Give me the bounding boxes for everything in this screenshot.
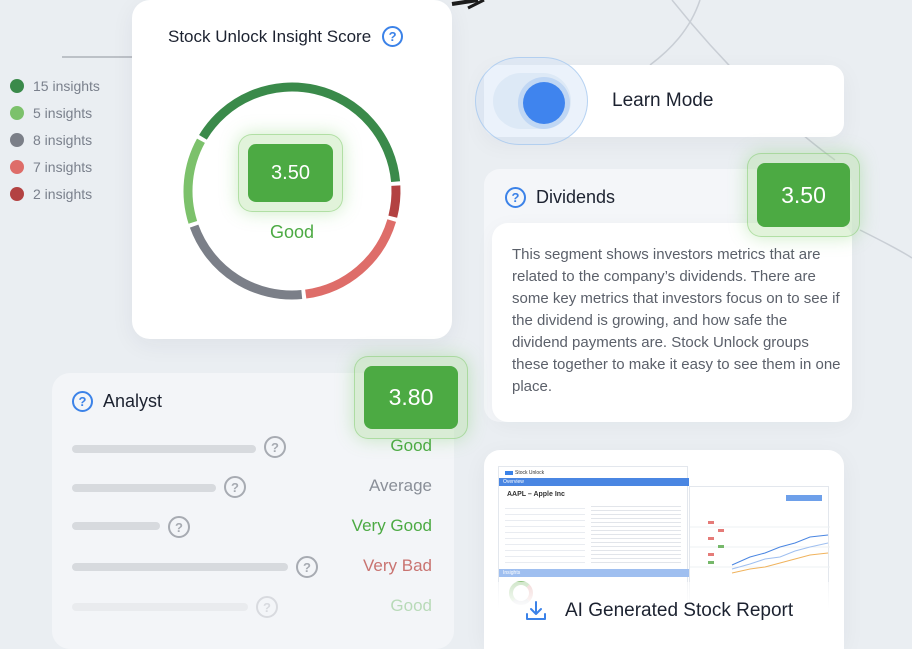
learn-mode-label: Learn Mode [612,90,714,111]
dividends-description: This segment shows investors metrics tha… [512,246,841,395]
legend-item: 2 insights [10,180,100,207]
score-badge: 3.50 [238,134,343,212]
score-value: 3.50 [248,144,333,202]
help-icon[interactable]: ? [505,187,526,208]
legend-item: 5 insights [10,99,100,126]
analyst-title: Analyst [103,391,163,411]
legend-color-dot [10,159,24,174]
analyst-metric-rating: Good [390,436,432,455]
score-rating: Good [269,222,315,242]
analyst-metric-rating: Very Good [351,516,432,535]
dividends-score-badge: 3.50 [747,153,860,237]
legend-color-dot [10,186,24,201]
preview-overview-bar: Overview [499,478,689,486]
preview-text [591,503,681,563]
preview-insights-bar: Insights [499,569,689,577]
legend-item: 15 insights [10,72,100,99]
donut-segment [183,138,205,224]
toggle-knob [523,82,565,124]
legend-color-dot [10,105,24,120]
score-card-title: Stock Unlock Insight Score ? [168,26,404,47]
analyst-score-badge: 3.80 [354,356,468,439]
analyst-metric-bar [72,522,160,530]
preview-overview-label: Overview [503,479,524,485]
analyst-header: ? Analyst [72,391,162,412]
legend-color-dot [10,132,24,147]
help-icon[interactable]: ? [168,516,190,538]
analyst-metric-bar [72,603,248,611]
learn-mode-toggle[interactable] [475,57,588,145]
legend-label: 8 insights [33,131,93,148]
help-icon[interactable]: ? [264,436,286,458]
dividends-header: ? Dividends [505,187,615,208]
insight-score-card: Stock Unlock Insight Score ? 3.50 Good [132,0,452,339]
legend-label: 7 insights [33,158,93,175]
score-legend: 15 insights 5 insights 8 insights 7 insight… [10,72,100,207]
dividends-title: Dividends [536,187,616,207]
legend-color-dot [10,78,24,93]
preview-chart-header [786,495,822,501]
report-download-link[interactable]: AI Generated Stock Report [525,600,793,622]
preview-insights-label: Insights [503,570,521,576]
analyst-metric-bar [72,484,216,492]
analyst-metric-bar [72,563,288,571]
legend-item: 8 insights [10,126,100,153]
preview-company: AAPL – Apple Inc [507,491,565,498]
brand-logo-icon [505,471,513,475]
analyst-metric-bar [72,445,256,453]
analyst-score: 3.80 [364,366,458,429]
analyst-metric-rating: Average [368,476,432,495]
report-label-text: AI Generated Stock Report [565,600,794,621]
legend-label: 15 insights [33,77,100,94]
legend-label: 5 insights [33,104,93,121]
preview-table [505,503,585,563]
score-title-text: Stock Unlock Insight Score [168,26,372,46]
help-icon[interactable]: ? [72,391,93,412]
legend-label: 2 insights [33,185,93,202]
donut-segment [388,185,401,218]
help-icon[interactable]: ? [256,596,278,618]
analyst-metric-rating: Good [390,596,432,615]
preview-brand: Stock Unlock [515,470,545,476]
download-icon [526,601,546,620]
dividends-score: 3.50 [757,163,850,227]
analyst-metric-rating: Very Bad [363,556,432,575]
legend-item: 7 insights [10,153,100,180]
help-icon[interactable]: ? [382,26,404,47]
help-icon[interactable]: ? [224,476,246,498]
